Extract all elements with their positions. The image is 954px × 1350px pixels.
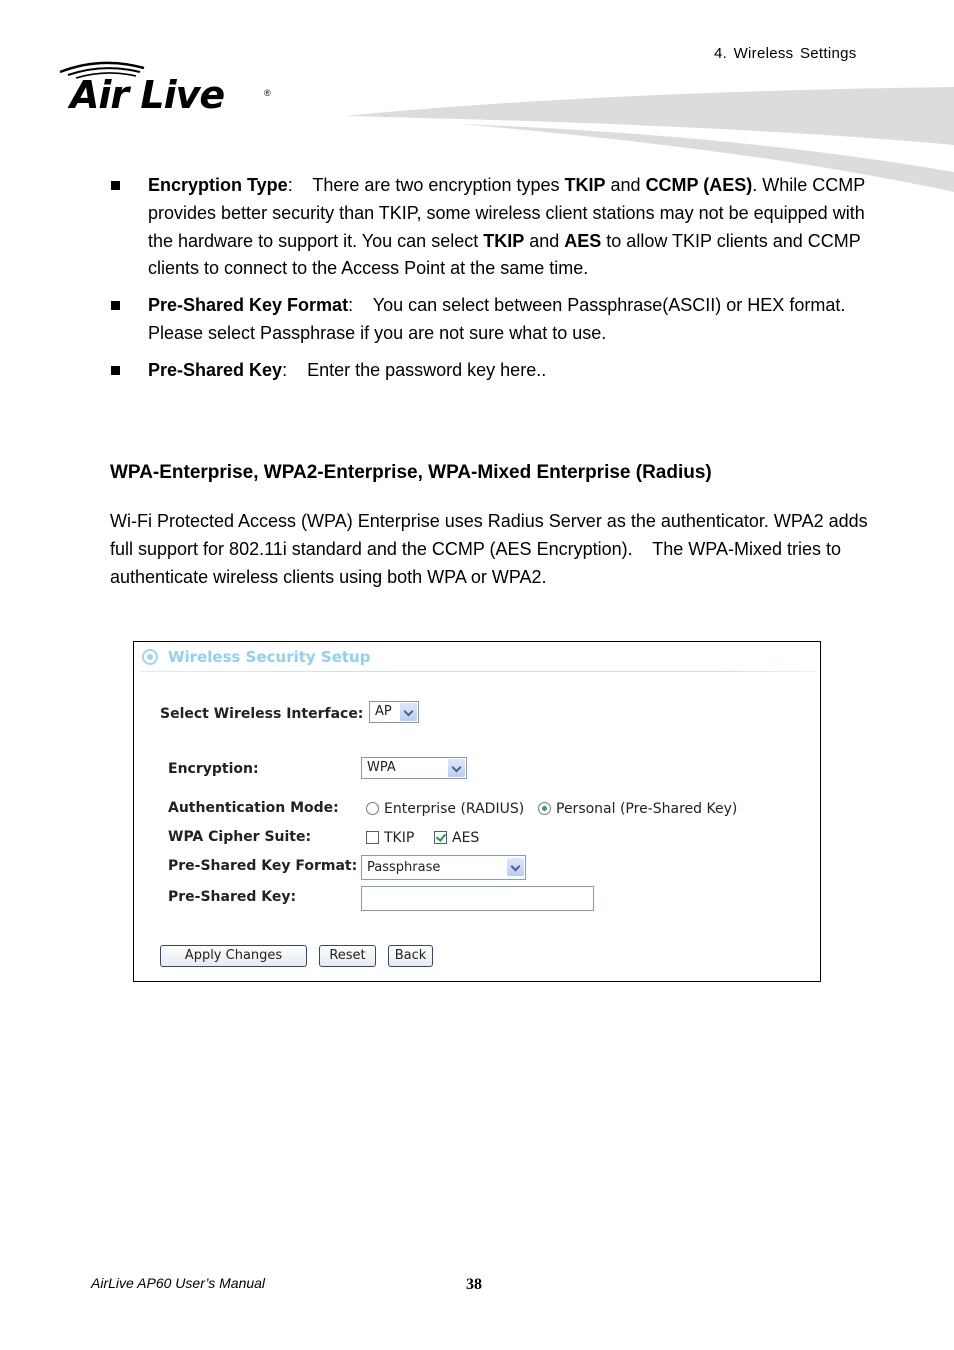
- section-paragraph: Wi-Fi Protected Access (WPA) Enterprise …: [110, 511, 873, 587]
- bullet-term: Pre-Shared Key Format: [148, 295, 349, 316]
- bullet-term: Encryption Type: [148, 175, 288, 195]
- interface-label: Select Wireless Interface:: [160, 706, 364, 722]
- bold-term: CCMP (AES): [645, 175, 753, 195]
- apply-changes-button[interactable]: Apply Changes: [160, 945, 307, 967]
- chevron-down-icon[interactable]: [507, 858, 524, 876]
- chapter-heading: 4. Wireless Settings: [714, 45, 857, 62]
- checkbox-aes[interactable]: [434, 831, 447, 844]
- bullet-psk-format: Pre-Shared Key Format: You can select be…: [108, 292, 868, 348]
- reset-button[interactable]: Reset: [319, 945, 376, 967]
- bullet-square-icon: [111, 365, 120, 375]
- encryption-select[interactable]: WPA: [361, 757, 467, 779]
- psk-format-select[interactable]: Passphrase: [361, 855, 526, 880]
- bullet-separator: :: [282, 359, 308, 380]
- cipher-suite-label: WPA Cipher Suite:: [168, 829, 312, 845]
- panel-divider: [140, 671, 816, 672]
- airlive-logo: Air Live ®: [56, 58, 281, 124]
- encryption-select-value: WPA: [367, 760, 396, 775]
- body-text: Enter the password key here..: [307, 359, 547, 380]
- section-title: WPA-Enterprise, WPA2-Enterprise, WPA-Mix…: [110, 462, 712, 483]
- logo-wordmark: Air Live: [70, 73, 225, 117]
- radio-enterprise-label[interactable]: Enterprise (RADIUS): [384, 801, 524, 817]
- bold-term: TKIP: [483, 230, 525, 251]
- radio-personal[interactable]: [538, 802, 551, 815]
- bullet-psk: Pre-Shared Key: Enter the password key h…: [108, 357, 868, 385]
- bold-term: AES: [564, 230, 602, 251]
- psk-label: Pre-Shared Key:: [168, 889, 297, 905]
- interface-select[interactable]: AP: [369, 701, 419, 723]
- psk-format-select-value: Passphrase: [367, 860, 441, 875]
- bullet-body: Enter the password key here..: [307, 360, 546, 380]
- manual-title: AirLive AP60 User’s Manual: [91, 1275, 266, 1291]
- bullet-encryption-type: Encryption Type: There are two encryptio…: [108, 172, 868, 283]
- panel-title: Wireless Security Setup: [168, 648, 371, 666]
- checkbox-aes-label[interactable]: AES: [452, 830, 479, 846]
- back-button[interactable]: Back: [388, 945, 433, 967]
- bullet-square-icon: [111, 181, 120, 190]
- body-text: and: [605, 175, 646, 195]
- panel-header: Wireless Security Setup: [142, 648, 370, 666]
- bullet-list: Encryption Type: There are two encryptio…: [108, 172, 868, 394]
- target-bullet-icon: [142, 649, 158, 665]
- encryption-label: Encryption:: [168, 761, 259, 777]
- bullet-square-icon: [111, 301, 120, 311]
- checkbox-tkip-label[interactable]: TKIP: [384, 830, 414, 846]
- bold-term: TKIP: [564, 175, 606, 195]
- psk-input[interactable]: [361, 886, 594, 911]
- interface-select-value: AP: [375, 704, 392, 719]
- bullet-separator: :: [287, 175, 313, 195]
- registered-mark: ®: [264, 88, 271, 98]
- page-number: 38: [466, 1276, 482, 1293]
- psk-format-label: Pre-Shared Key Format:: [168, 858, 358, 874]
- radio-enterprise[interactable]: [366, 802, 379, 815]
- auth-mode-label: Authentication Mode:: [168, 800, 339, 816]
- body-text: and: [524, 230, 565, 251]
- radio-personal-label[interactable]: Personal (Pre-Shared Key): [556, 801, 737, 817]
- wireless-security-setup-panel: Wireless Security Setup Select Wireless …: [133, 641, 821, 982]
- chevron-down-icon[interactable]: [448, 759, 465, 777]
- body-text: There are two encryption types: [312, 175, 565, 195]
- checkbox-tkip[interactable]: [366, 831, 379, 844]
- bullet-term: Pre-Shared Key: [148, 359, 283, 380]
- bullet-separator: :: [348, 295, 373, 316]
- chevron-down-icon[interactable]: [400, 703, 417, 721]
